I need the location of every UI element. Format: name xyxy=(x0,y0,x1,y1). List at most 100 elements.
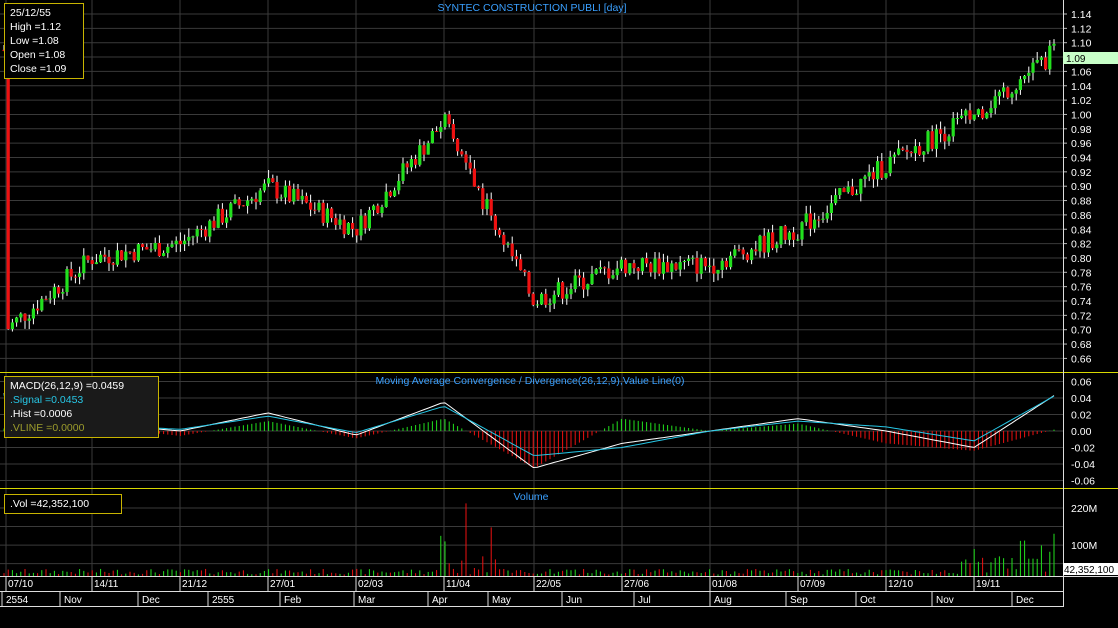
price-y-tick-label: 1.00 xyxy=(1071,109,1092,121)
price-y-tick-label: 0.96 xyxy=(1071,138,1092,150)
price-y-tick-label: 0.72 xyxy=(1071,310,1092,322)
candle-body xyxy=(414,159,418,165)
candle-body xyxy=(31,308,35,319)
candle-body xyxy=(926,131,930,152)
candle-body xyxy=(460,151,464,155)
candle-body xyxy=(204,229,208,237)
candle-body xyxy=(73,276,77,278)
candle-body xyxy=(468,162,472,169)
price-y-tick-label: 0.76 xyxy=(1071,282,1092,294)
candle-body xyxy=(124,251,128,261)
month-tick-label: Aug xyxy=(714,595,732,606)
candle-body xyxy=(939,129,943,134)
candle-body xyxy=(691,257,695,259)
candle-body xyxy=(6,50,10,330)
candle-body xyxy=(15,317,19,323)
candle-body xyxy=(330,208,334,219)
candle-body xyxy=(636,268,640,272)
info-close: Close =1.09 xyxy=(10,63,67,75)
candle-body xyxy=(1044,57,1048,70)
candle-body xyxy=(808,213,812,229)
price-y-tick-label: 0.66 xyxy=(1071,353,1092,365)
price-y-tick-label: 1.14 xyxy=(1071,9,1092,21)
candle-body xyxy=(829,203,833,214)
candle-body xyxy=(397,180,401,191)
candle-body xyxy=(594,269,598,274)
candle-body xyxy=(871,172,875,180)
candle-body xyxy=(607,268,611,279)
candle-body xyxy=(1027,72,1031,76)
candle-body xyxy=(120,250,124,261)
candle-body xyxy=(355,229,359,236)
candle-body xyxy=(372,205,376,211)
candle-body xyxy=(901,148,905,150)
candle-body xyxy=(162,253,166,257)
candle-body xyxy=(846,186,850,193)
candle-body xyxy=(250,198,254,201)
candle-body xyxy=(909,151,913,154)
candle-body xyxy=(964,110,968,116)
candle-body xyxy=(653,258,657,273)
candle-body xyxy=(57,287,61,294)
candle-body xyxy=(430,130,434,144)
chart-title: SYNTEC CONSTRUCTION PUBLI [day] xyxy=(437,2,626,14)
candle-body xyxy=(157,242,161,257)
candle-body xyxy=(10,322,14,330)
candle-body xyxy=(762,235,766,253)
price-y-tick-label: 1.02 xyxy=(1071,95,1092,107)
candle-body xyxy=(317,202,321,211)
candle-body xyxy=(208,220,212,237)
candle-body xyxy=(523,270,527,273)
candle-body xyxy=(283,185,287,198)
candle-body xyxy=(813,219,817,229)
candle-body xyxy=(128,251,132,253)
candle-body xyxy=(598,267,602,270)
candle-body xyxy=(729,255,733,268)
candle-body xyxy=(796,239,800,241)
candle-body xyxy=(275,182,279,199)
candle-body xyxy=(199,229,203,231)
date-tick-label: 21/12 xyxy=(182,579,207,590)
candle-body xyxy=(367,210,371,229)
candle-body xyxy=(40,298,44,311)
candle-body xyxy=(380,206,384,214)
candle-body xyxy=(884,173,888,178)
price-y-tick-label: 0.92 xyxy=(1071,167,1092,179)
candle-body xyxy=(842,188,846,193)
candle-body xyxy=(716,269,720,274)
candle-body xyxy=(825,213,829,219)
candle-body xyxy=(174,240,178,245)
macd-title: Moving Average Convergence / Divergence(… xyxy=(376,375,685,387)
info-date: 25/12/55 xyxy=(10,7,51,19)
candle-body xyxy=(107,256,111,264)
candle-body xyxy=(132,251,136,261)
month-tick-label: Sep xyxy=(790,595,808,606)
candle-body xyxy=(951,118,955,137)
info-low: Low =1.08 xyxy=(10,35,59,47)
macd-y-tick-label: 0.04 xyxy=(1071,393,1092,405)
candle-body xyxy=(393,190,397,197)
candle-body xyxy=(237,199,241,206)
candle-body xyxy=(309,202,313,210)
candle-body xyxy=(741,249,745,255)
candle-body xyxy=(216,208,220,228)
candle-body xyxy=(1052,43,1056,46)
candle-body xyxy=(485,199,489,210)
candle-body xyxy=(640,258,644,272)
candle-body xyxy=(233,199,237,204)
candle-body xyxy=(733,249,737,256)
month-tick-label: Nov xyxy=(64,595,82,606)
candle-body xyxy=(166,246,170,254)
candle-body xyxy=(657,258,661,274)
candle-body xyxy=(985,113,989,119)
candle-body xyxy=(447,114,451,125)
candle-body xyxy=(313,209,317,211)
macd-info-box: MACD(26,12,9) =0.0459 .Signal =0.0453 .H… xyxy=(4,376,159,438)
candle-body xyxy=(384,191,388,207)
candle-body xyxy=(955,118,959,120)
month-tick-label: Feb xyxy=(284,595,302,606)
candle-body xyxy=(758,235,762,252)
month-tick-label: Dec xyxy=(142,595,160,606)
signal-value: .Signal =0.0453 xyxy=(10,394,84,406)
candle-body xyxy=(976,109,980,115)
